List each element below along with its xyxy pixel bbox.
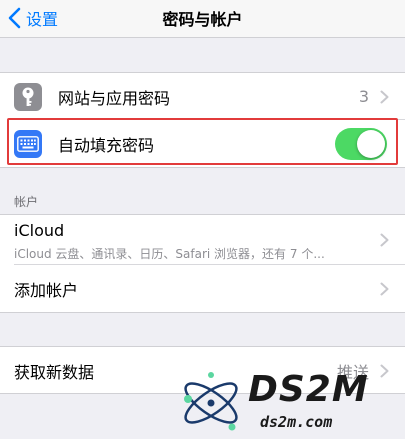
watermark-domain: ds2m.com xyxy=(260,413,333,431)
key-icon xyxy=(14,82,42,111)
websites-passwords-label: 网站与应用密码 xyxy=(58,88,171,108)
icloud-account-subtitle: iCloud 云盘、通讯录、日历、Safari 浏览器，还有 7 个... xyxy=(14,247,325,261)
accounts-section-header: 帐户 xyxy=(14,195,39,209)
toggle-knob xyxy=(357,129,385,158)
icloud-account-title: iCloud xyxy=(14,221,65,240)
passwords-group: 网站与应用密码 3 自动填充密码 xyxy=(0,72,405,168)
icloud-account-row[interactable]: iCloud iCloud 云盘、通讯录、日历、Safari 浏览器，还有 7 … xyxy=(0,215,405,265)
watermark: DS2M ds2m.com xyxy=(170,365,405,439)
page-title: 密码与帐户 xyxy=(162,10,243,29)
autofill-passwords-label: 自动填充密码 xyxy=(58,135,155,155)
accounts-group: iCloud iCloud 云盘、通讯录、日历、Safari 浏览器，还有 7 … xyxy=(0,214,405,313)
chevron-right-icon xyxy=(380,233,389,247)
navigation-bar: 设置 密码与帐户 xyxy=(0,0,405,38)
chevron-right-icon xyxy=(380,90,389,103)
fetch-new-data-label: 获取新数据 xyxy=(14,362,95,382)
websites-passwords-count: 3 xyxy=(358,87,369,106)
chevron-right-icon xyxy=(380,282,389,295)
websites-passwords-row[interactable]: 网站与应用密码 3 xyxy=(0,73,405,120)
add-account-label: 添加帐户 xyxy=(14,280,79,300)
keyboard-icon xyxy=(14,129,42,158)
autofill-passwords-toggle[interactable] xyxy=(335,127,387,160)
watermark-brand: DS2M xyxy=(248,369,369,410)
atom-logo-icon xyxy=(184,372,238,431)
add-account-row[interactable]: 添加帐户 xyxy=(0,265,405,312)
autofill-passwords-row: 自动填充密码 xyxy=(0,120,405,167)
